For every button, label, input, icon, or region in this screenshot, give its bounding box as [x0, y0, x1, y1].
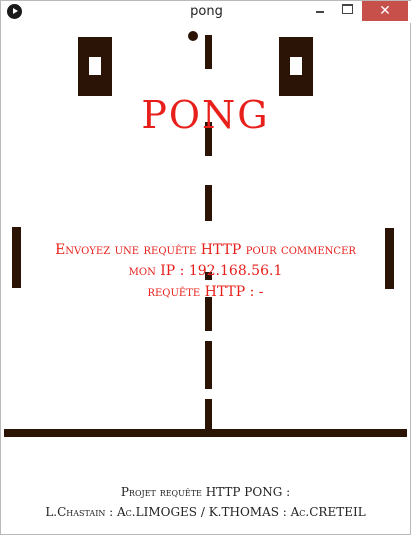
start-instruction: Envoyez une requête HTTP pour commencer — [55, 242, 356, 258]
ip-address-text: mon IP : 192.168.56.1 — [128, 263, 283, 279]
left-score-digit — [78, 37, 112, 96]
project-credit-title: Projet requête HTTP PONG : — [120, 485, 291, 499]
title-bar[interactable]: pong ✕ — [1, 1, 411, 23]
center-line-dash — [205, 399, 212, 429]
http-request-status: requête HTTP : - — [147, 284, 264, 300]
right-score-digit-hole — [290, 57, 302, 75]
minimize-button[interactable] — [307, 1, 333, 21]
close-icon: ✕ — [379, 3, 391, 19]
left-score-digit-hole — [89, 57, 101, 75]
right-score-digit — [279, 37, 313, 96]
bottom-wall — [4, 429, 407, 437]
center-line-dash — [205, 341, 212, 389]
close-button[interactable]: ✕ — [362, 1, 408, 21]
center-line-dash — [205, 185, 212, 221]
maximize-button[interactable] — [334, 1, 360, 21]
game-title: PONG — [141, 93, 270, 137]
game-canvas[interactable]: PONG Envoyez une requête HTTP pour comme… — [4, 27, 407, 532]
center-line-dash — [205, 35, 212, 69]
right-paddle — [385, 228, 394, 289]
center-line-dash — [205, 297, 212, 331]
project-credit-authors: L.Chastain : Ac.LIMOGES / K.THOMAS : Ac.… — [45, 505, 366, 519]
ball — [188, 31, 198, 41]
game-window: pong ✕ PONG Envoyez une requête HTTP pou… — [0, 0, 411, 535]
